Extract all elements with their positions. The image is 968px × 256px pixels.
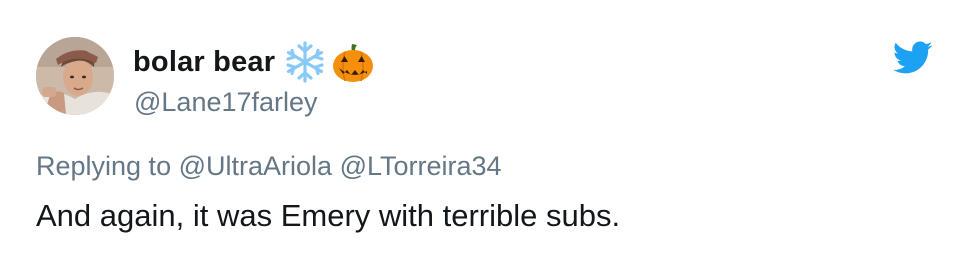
avatar[interactable] [36, 37, 114, 115]
reply-prefix: Replying to [36, 151, 172, 181]
reply-context: Replying to @UltraAriola @LTorreira34 [36, 151, 502, 182]
jack-o-lantern-icon [331, 40, 375, 84]
tweet-card: bolar bear @Lane17farley Replying to @Ul… [0, 0, 968, 256]
mention-link[interactable]: @LTorreira34 [340, 151, 502, 181]
twitter-bird-icon[interactable] [893, 41, 933, 75]
mention-link[interactable]: @UltraAriola [179, 151, 332, 181]
snowflake-icon [283, 40, 327, 84]
display-name[interactable]: bolar bear [133, 46, 275, 79]
author-handle[interactable]: @Lane17farley [134, 87, 318, 118]
tweet-text: And again, it was Emery with terrible su… [36, 198, 621, 233]
avatar-photo [36, 37, 114, 115]
author-name-row: bolar bear [133, 38, 375, 86]
